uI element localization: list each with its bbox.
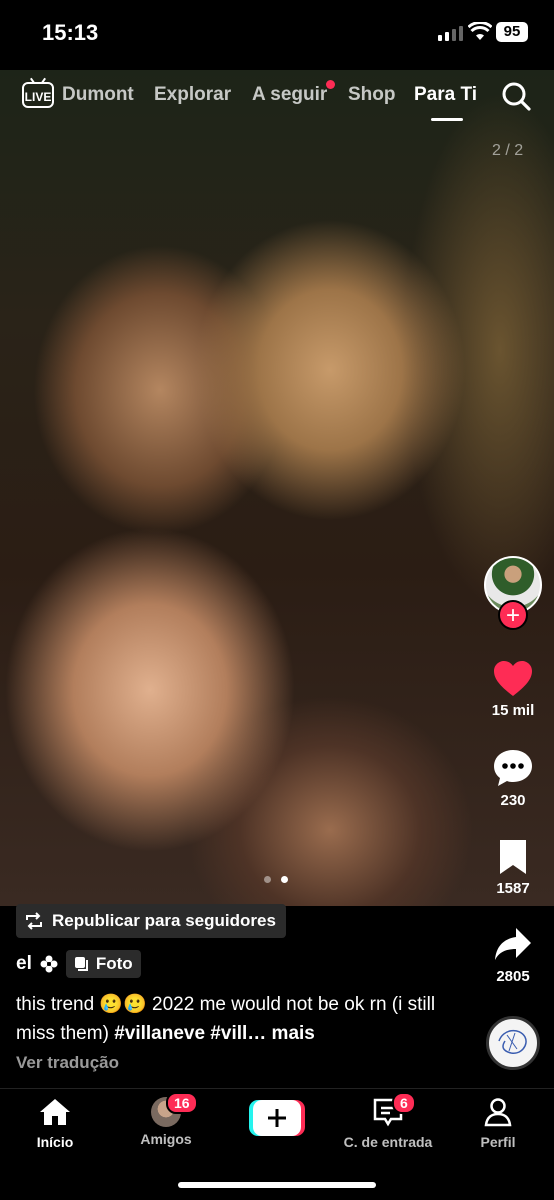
status-time: 15:13 <box>42 20 99 45</box>
battery-indicator: 95 <box>496 22 528 42</box>
share-count: 2805 <box>496 968 530 985</box>
save-count: 1587 <box>496 880 530 897</box>
bookmark-icon <box>500 840 526 874</box>
tab-dumont[interactable]: Dumont <box>62 84 134 106</box>
repost-icon <box>26 912 42 930</box>
photo-type-label: Foto <box>95 954 133 973</box>
comment-icon <box>494 750 532 786</box>
post-photo[interactable] <box>0 70 554 906</box>
photo-type-badge: Foto <box>65 950 141 978</box>
like-count: 15 mil <box>491 702 535 719</box>
home-indicator <box>178 1182 376 1188</box>
user-row: el Foto <box>16 950 141 978</box>
flower-icon <box>40 955 58 973</box>
tab-a-seguir[interactable]: A seguir <box>252 84 327 106</box>
home-icon <box>40 1099 70 1125</box>
save-action[interactable]: 1587 <box>478 838 548 897</box>
share-icon <box>495 928 531 960</box>
nav-home-label: Início <box>36 1134 74 1150</box>
page-dot-active <box>281 876 288 883</box>
nav-inbox[interactable]: C. de entrada <box>338 1097 438 1150</box>
photo-pagination <box>264 876 288 883</box>
tab-para-ti[interactable]: Para Ti <box>414 84 477 106</box>
create-plus-button[interactable] <box>249 1100 305 1136</box>
photo-stack-icon <box>74 957 88 971</box>
like-action[interactable]: 15 mil <box>478 660 548 719</box>
sound-disc[interactable] <box>486 1016 540 1070</box>
inbox-badge: 6 <box>392 1092 416 1114</box>
top-nav: LIVE Dumont Explorar A seguir Shop Para … <box>0 78 554 121</box>
music-disc-icon <box>498 1029 527 1054</box>
nav-profile[interactable]: Perfil <box>448 1097 548 1150</box>
more-link[interactable]: mais <box>266 1023 315 1044</box>
nav-home[interactable]: Início <box>5 1097 105 1150</box>
repost-label: Republicar para seguidores <box>52 911 276 930</box>
tab-shop[interactable]: Shop <box>348 84 396 106</box>
live-button[interactable]: LIVE <box>22 82 54 108</box>
nav-profile-label: Perfil <box>480 1134 516 1150</box>
page-dot <box>264 876 271 883</box>
profile-icon <box>484 1098 512 1127</box>
notification-dot <box>326 80 335 89</box>
active-tab-indicator <box>431 118 463 121</box>
username[interactable]: el <box>16 953 32 975</box>
follow-plus-button[interactable]: + <box>498 600 528 630</box>
cellular-signal-icon <box>438 26 463 41</box>
heart-icon <box>494 661 532 696</box>
friends-badge: 16 <box>166 1092 198 1114</box>
caption-hashtags[interactable]: #villaneve #vill… <box>114 1023 266 1044</box>
wifi-icon <box>468 22 492 40</box>
photo-counter: 2 / 2 <box>492 142 524 159</box>
repost-button[interactable]: Republicar para seguidores <box>16 904 286 938</box>
status-bar: 15:13 95 <box>0 0 554 70</box>
nav-inbox-label: C. de entrada <box>343 1134 433 1150</box>
share-action[interactable]: 2805 <box>478 926 548 985</box>
post-caption[interactable]: this trend 🥲🥲 2022 me would not be ok rn… <box>16 990 436 1048</box>
tab-explorar[interactable]: Explorar <box>154 84 231 106</box>
nav-friends-label: Amigos <box>140 1131 192 1147</box>
comment-count: 230 <box>500 792 526 809</box>
search-icon[interactable] <box>500 80 532 112</box>
translate-link[interactable]: Ver tradução <box>16 1053 119 1073</box>
comment-action[interactable]: 230 <box>478 748 548 809</box>
